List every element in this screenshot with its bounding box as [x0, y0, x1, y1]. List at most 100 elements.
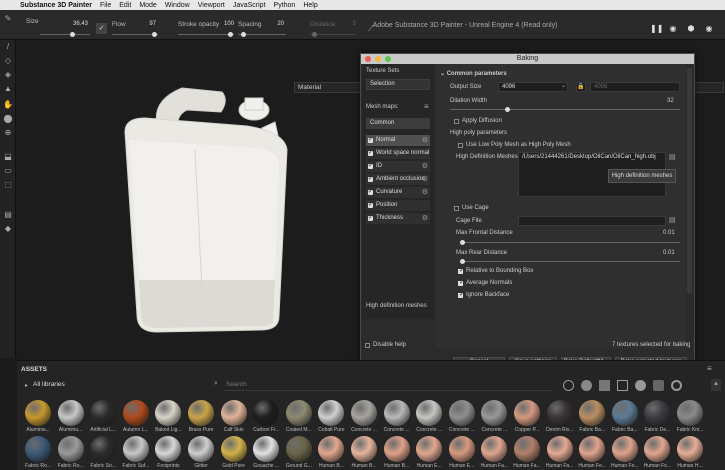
selection-button[interactable]: Selection: [366, 79, 430, 90]
mesh-map-ambient-occlusion[interactable]: Ambient occlusion⚙: [366, 174, 430, 185]
material-thumbnail[interactable]: [253, 436, 280, 462]
common-tab[interactable]: Common: [366, 118, 430, 129]
checkbox-icon[interactable]: [368, 135, 373, 146]
filter-materials-icon[interactable]: [563, 380, 574, 391]
max-rear-distance-value[interactable]: 0.01: [663, 250, 675, 256]
color-picker-icon[interactable]: ⬚: [3, 180, 13, 190]
mesh-map-world-space-normal[interactable]: World space normal: [366, 148, 430, 159]
relative-bbox-checkbox[interactable]: [458, 267, 464, 274]
size-value[interactable]: 36.43: [70, 21, 88, 27]
assets-menu-icon[interactable]: ≡: [707, 364, 712, 373]
menu-javascript[interactable]: JavaScript: [233, 2, 266, 9]
brush-tool-icon[interactable]: ✎: [3, 14, 13, 24]
size-slider[interactable]: [40, 32, 90, 37]
file-browse-icon[interactable]: ▤: [669, 153, 676, 161]
geometry-mask-icon[interactable]: ▲: [3, 84, 13, 94]
average-normals-checkbox[interactable]: [458, 279, 464, 286]
material-thumbnail[interactable]: [220, 400, 247, 426]
assets-scroll-up-icon[interactable]: ▴: [711, 379, 721, 391]
apply-diffusion-checkbox[interactable]: [454, 119, 459, 124]
cage-file-browse-icon[interactable]: ▤: [669, 216, 676, 224]
gear-icon[interactable]: ⚙: [422, 161, 428, 172]
clone-icon[interactable]: ⬤: [3, 114, 13, 124]
mesh-map-thickness[interactable]: Thickness ⚙: [366, 213, 430, 224]
material-thumbnail[interactable]: [383, 400, 410, 426]
stroke-opacity-slider[interactable]: [178, 32, 234, 37]
material-thumbnail[interactable]: [514, 400, 540, 426]
flow-value[interactable]: 97: [138, 21, 156, 27]
use-low-poly-checkbox[interactable]: [458, 143, 463, 148]
material-thumbnail[interactable]: [416, 400, 443, 426]
camera-icon[interactable]: ◉: [704, 24, 714, 34]
material-thumbnail[interactable]: [122, 436, 149, 462]
material-thumbnail[interactable]: [416, 436, 443, 462]
smudge-icon[interactable]: ✋: [3, 100, 13, 110]
material-thumbnail[interactable]: [57, 436, 84, 462]
flow-slider[interactable]: [112, 32, 158, 37]
material-thumbnail[interactable]: [481, 400, 508, 426]
cage-file-field[interactable]: [518, 216, 666, 226]
material-thumbnail[interactable]: [90, 400, 117, 426]
projection-icon[interactable]: ◈: [3, 70, 13, 80]
max-frontal-distance-slider[interactable]: [460, 240, 680, 245]
material-thumbnail[interactable]: [383, 436, 410, 462]
gear-icon[interactable]: ⚙: [422, 213, 428, 224]
material-thumbnail[interactable]: [57, 400, 84, 426]
filter-textures-icon[interactable]: [599, 380, 610, 391]
output-size-select[interactable]: 4096: [498, 82, 568, 92]
material-thumbnail[interactable]: [546, 436, 573, 462]
material-thumbnail[interactable]: [285, 436, 312, 462]
material-thumbnail[interactable]: [644, 400, 671, 426]
material-thumbnail[interactable]: [448, 400, 475, 426]
search-input[interactable]: Search: [226, 381, 247, 388]
spacing-value[interactable]: 20: [266, 21, 284, 27]
menu-python[interactable]: Python: [274, 2, 296, 9]
app-menu[interactable]: Substance 3D Painter: [20, 2, 92, 9]
max-rear-distance-slider[interactable]: [460, 259, 680, 264]
viewport-material-dropdown[interactable]: Material: [294, 82, 368, 93]
baking-titlebar[interactable]: Baking: [361, 54, 694, 64]
gear-icon[interactable]: ⚙: [422, 174, 428, 185]
flow-slider-knob[interactable]: [152, 32, 157, 37]
checkbox-icon[interactable]: [368, 148, 373, 159]
material-thumbnail[interactable]: [644, 436, 671, 462]
dilation-width-slider[interactable]: [450, 107, 680, 112]
ignore-backface-checkbox[interactable]: [458, 291, 464, 298]
max-frontal-knob[interactable]: [460, 240, 465, 245]
pause-icon[interactable]: ❚❚: [650, 24, 663, 34]
dilation-width-value[interactable]: 32: [667, 98, 674, 104]
material-thumbnail[interactable]: [155, 400, 182, 426]
material-thumbnail[interactable]: [481, 436, 508, 462]
checkbox-icon[interactable]: [368, 213, 373, 224]
checkbox-icon[interactable]: [368, 187, 373, 198]
menu-file[interactable]: File: [100, 2, 111, 9]
polygon-fill-icon[interactable]: ⬓: [3, 152, 13, 162]
mesh-map-normal[interactable]: Normal ⚙: [366, 135, 430, 146]
menu-edit[interactable]: Edit: [119, 2, 131, 9]
filter-particles-icon[interactable]: [671, 380, 682, 391]
checkbox-icon[interactable]: [368, 161, 373, 172]
all-libraries-label[interactable]: All libraries: [33, 381, 65, 388]
material-thumbnail[interactable]: [514, 436, 540, 462]
shelf-icon[interactable]: ◆: [3, 224, 13, 234]
material-thumbnail[interactable]: [546, 400, 573, 426]
material-thumbnail[interactable]: [253, 400, 280, 426]
flow-toggle-icon[interactable]: ✓: [96, 23, 107, 34]
material-thumbnail[interactable]: [448, 436, 475, 462]
dilation-slider-knob[interactable]: [505, 107, 510, 112]
menu-help[interactable]: Help: [303, 2, 317, 9]
mesh-maps-menu-icon[interactable]: ≡: [424, 102, 429, 111]
material-thumbnail[interactable]: [677, 436, 703, 462]
material-thumbnail[interactable]: [25, 436, 51, 462]
material-picker-icon[interactable]: ⊕: [3, 128, 13, 138]
parameters-scrollbar[interactable]: [687, 68, 692, 293]
material-thumbnail[interactable]: [188, 400, 214, 426]
minimize-window-icon[interactable]: [375, 56, 381, 62]
mesh-map-id[interactable]: ID ⚙: [366, 161, 430, 172]
display-settings-icon[interactable]: ◉: [668, 24, 678, 34]
max-frontal-distance-value[interactable]: 0.01: [663, 230, 675, 236]
gear-icon[interactable]: ⚙: [422, 187, 428, 198]
mesh-map-position[interactable]: Position: [366, 200, 430, 211]
spacing-slider-knob[interactable]: [241, 32, 246, 37]
material-thumbnail[interactable]: [318, 436, 345, 462]
